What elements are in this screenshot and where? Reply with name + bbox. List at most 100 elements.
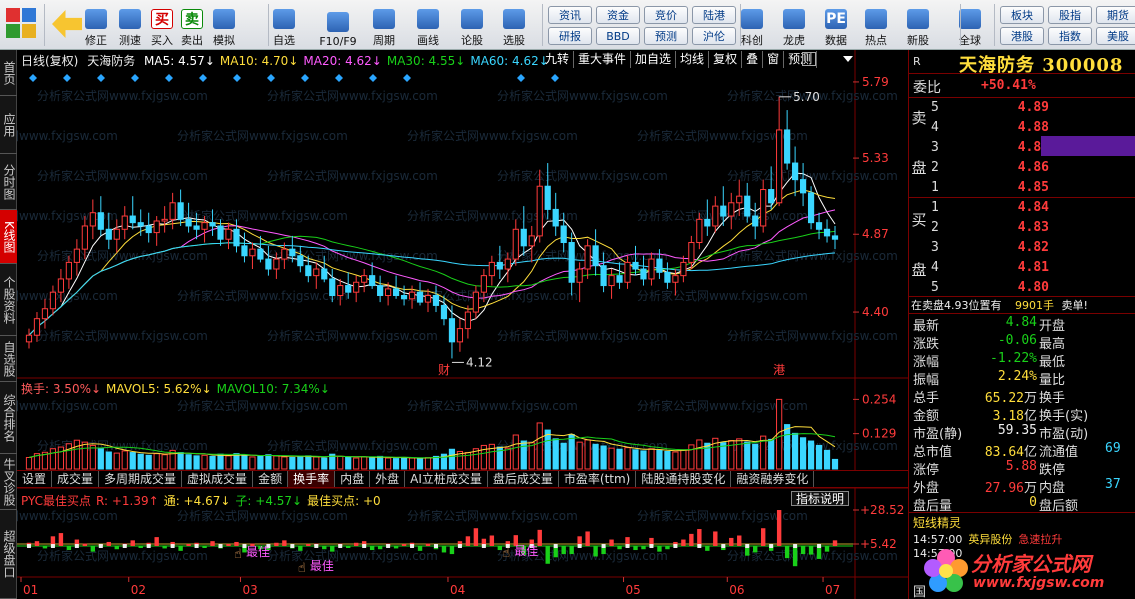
quick-link-13[interactable]: 美股 bbox=[1096, 27, 1135, 45]
indicator-tab-2[interactable]: 多周期成交量 bbox=[99, 471, 183, 487]
chart-button-4[interactable]: 复权 bbox=[709, 51, 743, 68]
order-level-row[interactable]: 1 4.84 bbox=[909, 198, 1135, 218]
pyc-bar bbox=[425, 543, 431, 546]
left-tab-3[interactable]: K线图 bbox=[0, 210, 17, 264]
chart-button-2[interactable]: 加自选 bbox=[631, 51, 677, 68]
legend-item: MA30: 4.55↓ bbox=[387, 54, 465, 68]
indicator-tab-0[interactable]: 设置 bbox=[17, 471, 53, 487]
candle-body bbox=[297, 255, 304, 267]
pyc-bar bbox=[330, 546, 335, 552]
left-tab-7[interactable]: 牛叉诊股 bbox=[0, 454, 17, 510]
toolbar-button-10[interactable]: 选股 bbox=[496, 2, 532, 48]
candle-body bbox=[25, 334, 33, 343]
indicator-tab-11[interactable]: 陆股通持股变化 bbox=[636, 471, 732, 487]
pyc-bar bbox=[34, 541, 40, 546]
toolbar-button-7[interactable]: 周期 bbox=[366, 2, 402, 48]
quick-link-12[interactable]: 指数 bbox=[1048, 27, 1092, 45]
event-mark: 港 bbox=[773, 363, 785, 377]
toolbar-button-12[interactable]: 龙虎 bbox=[776, 2, 812, 48]
order-notice[interactable]: 在卖盘4.93位置有 9901手 卖单! bbox=[911, 297, 1135, 313]
watermark-text: 分析家公式网www.fxjgsw.com bbox=[497, 328, 668, 343]
turnover-bar bbox=[377, 455, 384, 470]
turnover-bar bbox=[831, 458, 839, 470]
order-level-row[interactable]: 3 4.82 bbox=[909, 238, 1135, 258]
left-tab-8[interactable]: 超级盘口 bbox=[0, 510, 17, 599]
quick-link-6[interactable]: 预测 bbox=[644, 27, 688, 45]
quick-link-8[interactable]: 板块 bbox=[1000, 6, 1044, 24]
order-level-row[interactable]: 5 4.80 bbox=[909, 278, 1135, 298]
quick-link-1[interactable]: 资金 bbox=[596, 6, 640, 24]
chart-button-1[interactable]: 重大事件 bbox=[574, 51, 632, 68]
toolbar-button-4[interactable]: 模拟 bbox=[206, 2, 242, 48]
indicator-tab-7[interactable]: 外盘 bbox=[370, 471, 406, 487]
quick-link-7[interactable]: 沪伦 bbox=[692, 27, 736, 45]
dropdown-icon[interactable] bbox=[843, 56, 853, 62]
candle-body bbox=[672, 275, 679, 283]
order-level-row[interactable]: 4 4.81 bbox=[909, 258, 1135, 278]
indicator-tab-12[interactable]: 融资融券变化 bbox=[731, 471, 815, 487]
order-level-row[interactable]: 2 4.86 bbox=[909, 158, 1135, 178]
order-level-row[interactable]: 5 4.89 bbox=[909, 98, 1135, 118]
quick-link-4[interactable]: 研报 bbox=[548, 27, 592, 45]
indicator-tab-3[interactable]: 虚拟成交量 bbox=[182, 471, 254, 487]
pyc-bar bbox=[657, 546, 662, 552]
indicator-tab-10[interactable]: 市盈率(ttm) bbox=[559, 471, 637, 487]
chart-button-5[interactable]: 叠 bbox=[742, 51, 764, 68]
left-tab-5[interactable]: 自选股 bbox=[0, 336, 17, 382]
indicator-tab-9[interactable]: 盘后成交量 bbox=[488, 471, 559, 487]
toolbar-button-1[interactable]: 测速 bbox=[112, 2, 148, 48]
order-level-row[interactable]: 2 4.83 bbox=[909, 218, 1135, 238]
quick-link-2[interactable]: 竞价 bbox=[644, 6, 688, 24]
toolbar-button-9[interactable]: 论股 bbox=[454, 2, 490, 48]
toolbar-button-5[interactable]: 自选 bbox=[266, 2, 302, 48]
order-level-row[interactable]: 4 4.88 bbox=[909, 118, 1135, 138]
quick-link-10[interactable]: 期货 bbox=[1096, 6, 1135, 24]
kline-chart-svg[interactable]: 分析家公式网www.fxjgsw.com 分析家公式网www.fxjgsw.com… bbox=[17, 50, 908, 599]
quick-link-5[interactable]: BBD bbox=[596, 27, 640, 45]
indicator-tab-5[interactable]: 换手率 bbox=[288, 471, 336, 487]
left-tab-2[interactable]: 分时图 bbox=[0, 154, 17, 210]
toolbar-button-14[interactable]: 热点 bbox=[858, 2, 894, 48]
watermark-text: 分析家公式网www.fxjgsw.com bbox=[17, 508, 118, 523]
chart-button-3[interactable]: 均线 bbox=[676, 51, 710, 68]
toolbar-button-16[interactable]: 全球 bbox=[952, 2, 988, 48]
turnover-bar bbox=[432, 455, 440, 470]
quick-link-11[interactable]: 港股 bbox=[1000, 27, 1044, 45]
indicator-tab-8[interactable]: AI立桩成交量 bbox=[405, 471, 488, 487]
chart-button-6[interactable]: 窗 bbox=[763, 51, 785, 68]
pyc-bar bbox=[705, 546, 710, 551]
sprite-title[interactable]: 短线精灵 bbox=[913, 514, 961, 531]
pyc-dot bbox=[386, 544, 391, 548]
period-label: 日线(复权) bbox=[21, 54, 79, 68]
indicator-help-button[interactable]: 指标说明 bbox=[791, 491, 850, 506]
app-logo-icon[interactable] bbox=[6, 8, 36, 38]
indicator-tab-4[interactable]: 金额 bbox=[253, 471, 289, 487]
volume-legend: 换手: 3.50%↓ MAVOL5: 5.62%↓ MAVOL10: 7.34%↓ bbox=[21, 380, 340, 397]
turnover-bar bbox=[289, 456, 296, 470]
quick-link-9[interactable]: 股指 bbox=[1048, 6, 1092, 24]
toolbar-button-3[interactable]: 卖卖出 bbox=[174, 2, 210, 48]
pyc-dot bbox=[74, 544, 79, 548]
pyc-bar bbox=[234, 541, 239, 546]
left-tab-4[interactable]: 个股资料 bbox=[0, 264, 17, 336]
toolbar-button-13[interactable]: PE 数据 bbox=[818, 2, 854, 48]
indicator-tab-1[interactable]: 成交量 bbox=[52, 471, 100, 487]
candle-body bbox=[831, 235, 839, 240]
kline-chart-panel[interactable]: 分析家公式网www.fxjgsw.com 分析家公式网www.fxjgsw.com… bbox=[17, 50, 908, 599]
order-level-row[interactable]: 1 4.85 bbox=[909, 178, 1135, 198]
toolbar-button-15[interactable]: 新股 bbox=[900, 2, 936, 48]
pin-icon[interactable] bbox=[802, 52, 816, 66]
indicator-tab-6[interactable]: 内盘 bbox=[335, 471, 371, 487]
left-tab-6[interactable]: 综合排名 bbox=[0, 382, 17, 454]
quick-link-0[interactable]: 资讯 bbox=[548, 6, 592, 24]
stat-number: -1.22% bbox=[990, 351, 1037, 366]
watermark-text: 分析家公式网www.fxjgsw.com bbox=[727, 328, 898, 343]
left-tab-1[interactable]: 应用 bbox=[0, 96, 17, 154]
toolbar-button-0[interactable]: 修正 bbox=[78, 2, 114, 48]
chart-button-0[interactable]: 九转 bbox=[541, 51, 575, 68]
quick-link-3[interactable]: 陆港 bbox=[692, 6, 736, 24]
left-tab-0[interactable]: 首页 bbox=[0, 50, 17, 96]
legend-label: MA20: 4.62 bbox=[303, 54, 372, 68]
toolbar-button-8[interactable]: 画线 bbox=[410, 2, 446, 48]
toolbar-button-6[interactable]: F10/F9 bbox=[319, 2, 357, 48]
